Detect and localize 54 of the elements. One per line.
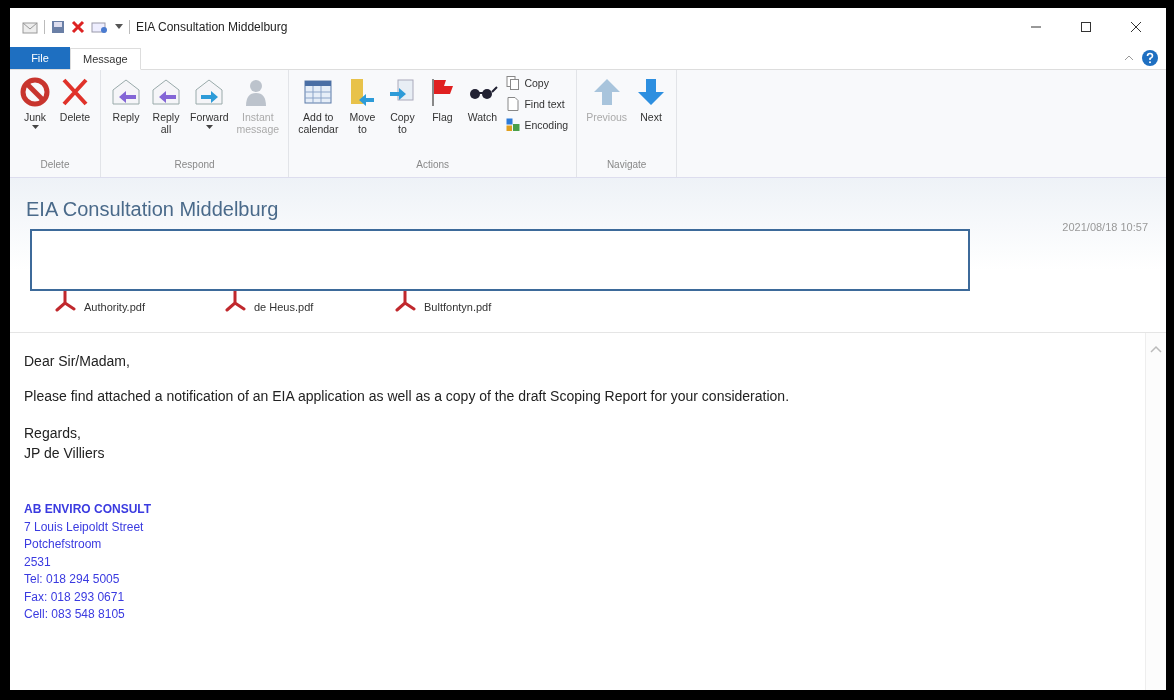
file-tab[interactable]: File <box>10 47 70 69</box>
signature-line: AB ENVIRO CONSULT <box>24 501 153 518</box>
signature-line: 7 Louis Leipoldt Street <box>24 518 145 536</box>
attachment[interactable]: Authority.pdf <box>54 289 164 313</box>
caret-icon[interactable] <box>31 125 39 129</box>
ribbon-tab[interactable]: Message <box>70 48 141 70</box>
attachment[interactable]: de Heus.pdf <box>224 289 334 313</box>
body-text: Dear Sir/Madam, <box>24 353 131 369</box>
ribbon-button[interactable]: Copy <box>503 74 571 92</box>
maximize-icon[interactable] <box>1080 21 1092 33</box>
envelope-icon[interactable] <box>91 20 109 34</box>
ribbon-button[interactable]: Find text <box>503 95 571 113</box>
ribbon-button[interactable]: Flag <box>423 74 462 125</box>
pdf-icon <box>224 289 246 313</box>
signature-line: 2531 <box>24 553 52 571</box>
ribbon-button[interactable]: Reply <box>107 74 145 125</box>
group-label: Navigate <box>605 159 648 172</box>
attachment[interactable]: Bultfontyn.pdf <box>394 289 504 313</box>
message-date: 2021/08/18 10:57 <box>1062 221 1148 233</box>
ribbon-button[interactable]: Add to calendar <box>295 74 342 137</box>
message-subject: EIA Consultation Middelburg <box>26 198 280 221</box>
signature-line: Cell: 083 548 8105 <box>24 606 126 623</box>
copy-icon <box>505 75 522 91</box>
close-icon[interactable] <box>1130 21 1142 33</box>
no-entry-icon <box>19 76 51 108</box>
save-icon[interactable] <box>51 20 65 34</box>
ribbon-button[interactable]: Watch <box>463 74 502 125</box>
ribbon-button[interactable]: Forward <box>187 74 232 131</box>
encoding-icon <box>505 117 522 133</box>
help-icon[interactable] <box>1142 49 1158 66</box>
delete-icon[interactable] <box>71 20 85 34</box>
collapse-icon[interactable] <box>1124 54 1134 61</box>
pdf-icon <box>54 289 76 313</box>
group-label: Respond <box>173 159 216 172</box>
body-text: Regards, <box>24 424 82 443</box>
ribbon-button[interactable]: Copy to <box>383 74 422 137</box>
ribbon-button[interactable]: Reply all <box>147 74 185 137</box>
body-text: JP de Villiers <box>24 444 106 463</box>
caret-icon[interactable] <box>115 24 123 30</box>
ribbon-button[interactable]: Junk <box>16 74 54 131</box>
caret-icon[interactable] <box>205 125 213 129</box>
body-text: Please find attached a notification of an EIA application as well as a copy of the draft Scoping Report for your consideration. <box>24 388 791 404</box>
window-title: EIA Consultation Middelburg <box>136 20 288 34</box>
document-icon <box>505 96 522 112</box>
ribbon-button[interactable]: Move to <box>343 74 382 137</box>
signature-line: Fax: 018 293 0671 <box>24 588 126 606</box>
signature-line: Tel: 018 294 5005 <box>24 571 121 588</box>
signature-line: Potchefstroom <box>24 536 103 553</box>
ribbon-button[interactable]: Encoding <box>503 116 571 134</box>
ribbon-button[interactable]: Next <box>632 74 671 125</box>
group-label: Actions <box>415 159 451 172</box>
group-label: Delete <box>39 159 71 172</box>
pdf-icon <box>394 289 416 313</box>
ribbon-button[interactable]: Delete <box>56 74 94 125</box>
